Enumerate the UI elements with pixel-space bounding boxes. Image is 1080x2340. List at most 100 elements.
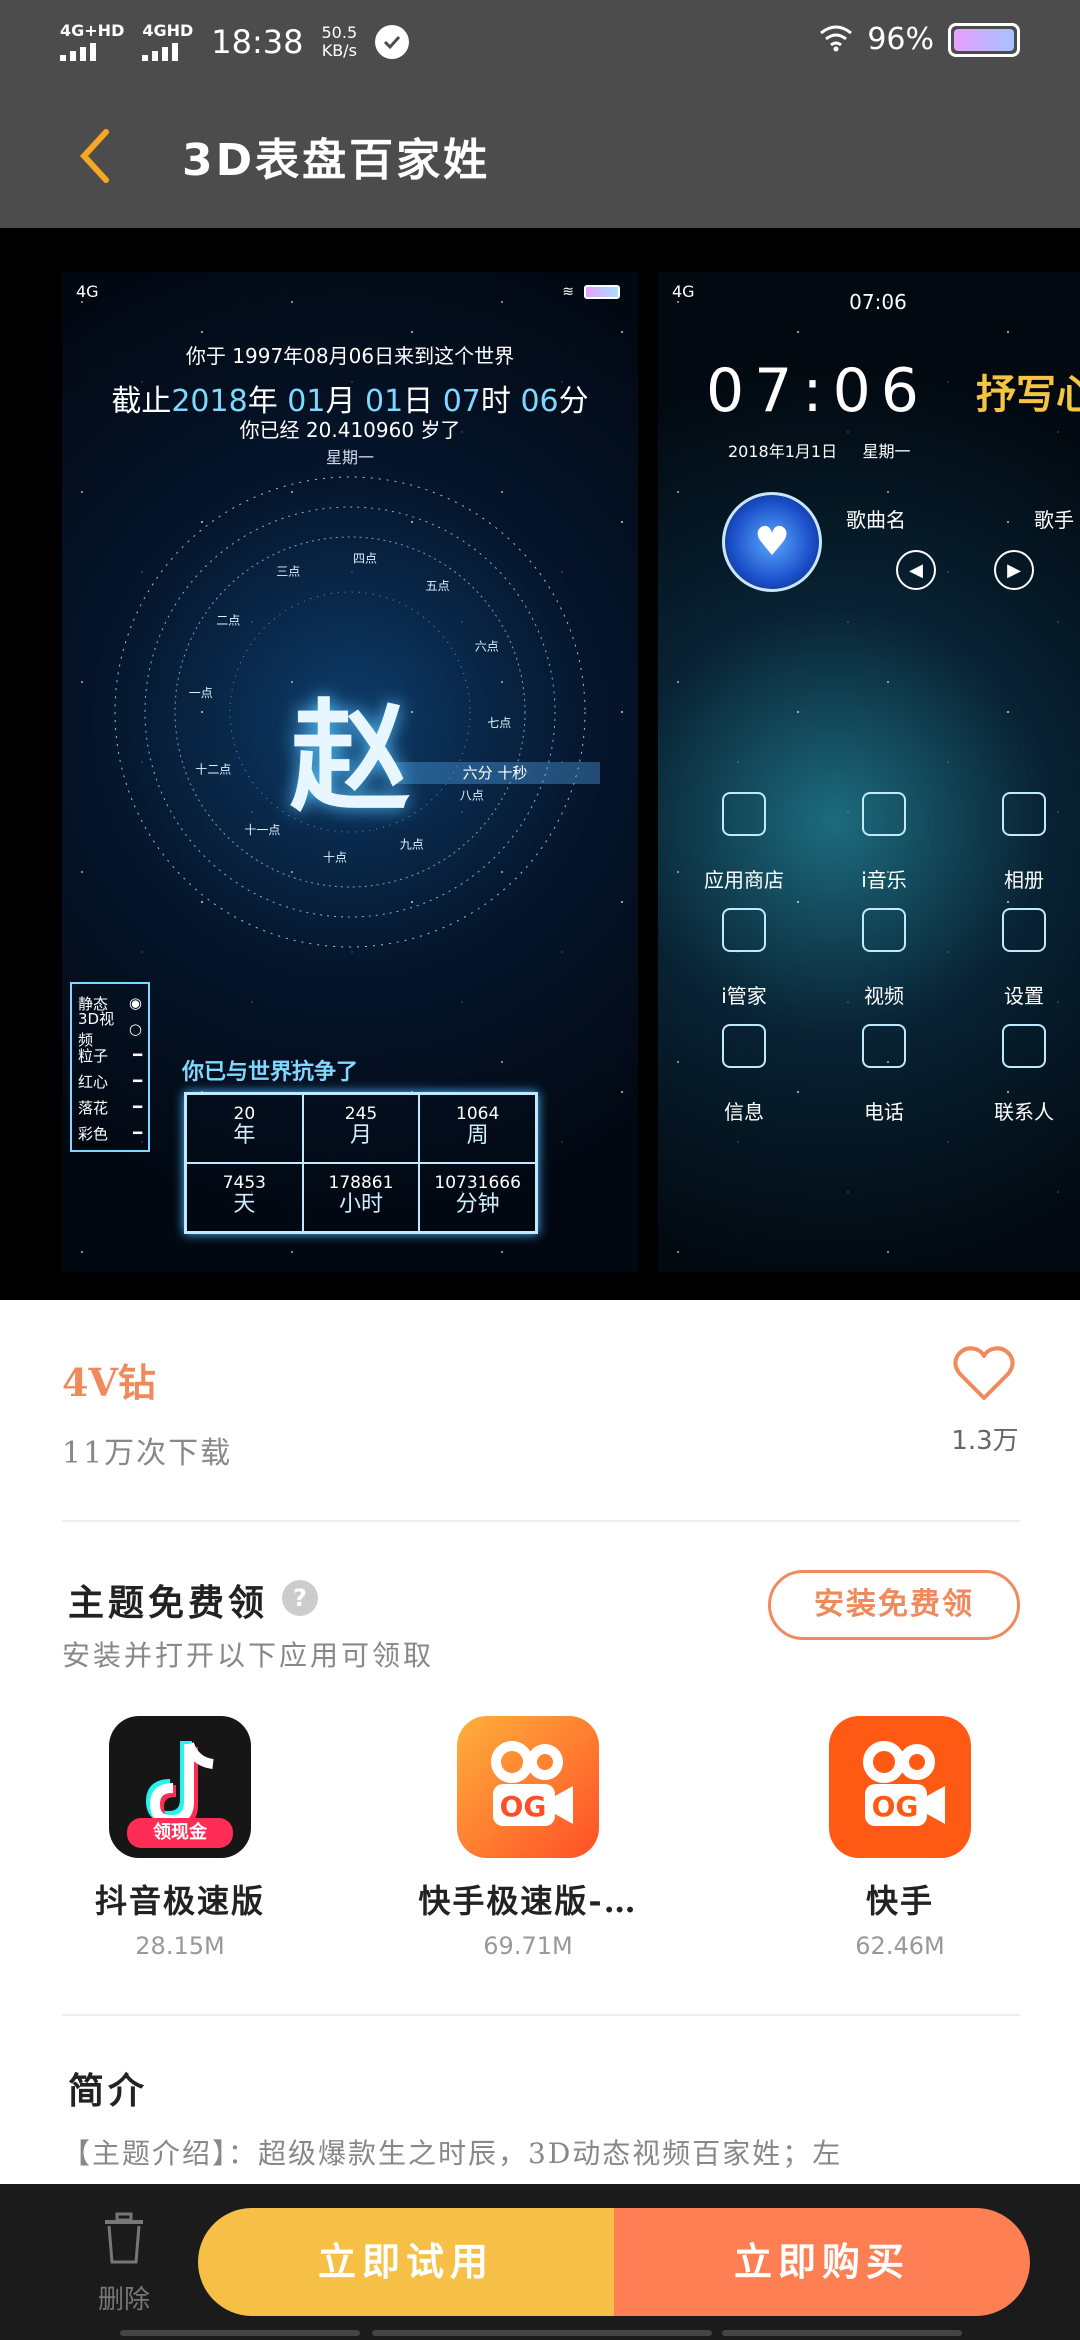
preview-app[interactable]: 相册 — [954, 792, 1080, 893]
app-label: 设置 — [1004, 984, 1044, 1008]
douyin-icon: 领现金 — [109, 1716, 251, 1858]
gear-icon — [1002, 908, 1046, 952]
contact-icon — [1002, 1024, 1046, 1068]
stat-value: 7453 — [222, 1173, 266, 1193]
stat-unit: 周 — [466, 1123, 489, 1148]
store-icon — [722, 792, 766, 836]
kuaishou-icon: OG — [829, 1716, 971, 1858]
birth-line: 你于 1997年08月06日来到这个世界 — [185, 344, 515, 368]
wheel-hour-label: 五点 — [426, 579, 450, 593]
shield-icon — [722, 908, 766, 952]
preview-app[interactable]: 联系人 — [954, 1024, 1080, 1125]
page-title: 3D表盘百家姓 — [182, 135, 491, 186]
help-icon[interactable]: ? — [282, 1580, 318, 1616]
stat-cell: 20 年 — [186, 1094, 303, 1163]
preview-app[interactable]: 电话 — [814, 1024, 954, 1125]
app-label: 应用商店 — [704, 868, 784, 892]
recommended-app[interactable]: 领现金 抖音极速版 28.15M — [50, 1716, 310, 1960]
stat-cell: 7453 天 — [186, 1163, 303, 1232]
preview-app[interactable]: 设置 — [954, 908, 1080, 1009]
back-button[interactable] — [70, 124, 130, 188]
nav-indicator — [722, 2330, 962, 2336]
mode-item[interactable]: 3D视频 ○ — [78, 1010, 142, 1049]
weekday-text: 星期一 — [862, 442, 911, 461]
download-count: 11万次下载 — [62, 1436, 233, 1471]
stat-cell: 178861 小时 — [302, 1163, 420, 1232]
message-icon — [722, 1024, 766, 1068]
stat-value: 178861 — [328, 1173, 394, 1193]
previous-icon[interactable]: ◀ — [896, 550, 936, 590]
app-header: 3D表盘百家姓 — [0, 84, 1080, 228]
buy-label: 立即购买 — [733, 2239, 910, 2284]
wheel-hour-label: 十点 — [323, 850, 347, 864]
favorite-button[interactable] — [950, 1340, 1018, 1408]
kuaishou-lite-icon: OG — [457, 1716, 599, 1858]
app-label: 电话 — [864, 1100, 904, 1124]
toggle-icon: ━ — [132, 1046, 142, 1064]
stat-cell: 10731666 分钟 — [419, 1163, 536, 1232]
stat-value: 10731666 — [434, 1173, 521, 1193]
radio-icon: ○ — [128, 1020, 142, 1038]
mode-item[interactable]: 落花 ━ — [78, 1094, 142, 1120]
free-section-title: 主题免费领 — [68, 1582, 269, 1624]
app-label: 视频 — [864, 984, 904, 1008]
mode-selector[interactable]: 静态 ◉ 3D视频 ○ 粒子 ━ 红心 ━ 落花 ━ 彩色 ━ — [70, 982, 150, 1152]
app-label: 联系人 — [994, 1100, 1054, 1124]
play-icon[interactable]: ▶ — [994, 550, 1034, 590]
speed-unit: KB/s — [321, 41, 357, 60]
preview-network: 4G — [76, 282, 99, 301]
install-free-button[interactable]: 安装免费领 — [768, 1570, 1020, 1640]
recommended-app[interactable]: OG 快手 62.46M — [770, 1716, 1030, 1960]
app-size: 62.46M — [855, 1932, 945, 1960]
network-label: 4G+HD — [60, 21, 125, 40]
date-text: 2018年1月1日 — [728, 442, 838, 461]
theme-preview-carousel[interactable]: 4G ≋ 你于 1997年08月06日来到这个世界 截止2018年 01月 01… — [0, 228, 1080, 1300]
recommended-app[interactable]: OG 快手极速版-… 69.71M — [398, 1716, 658, 1960]
heart-icon: ♥ — [754, 519, 790, 565]
stat-unit: 分钟 — [455, 1192, 500, 1217]
mode-item[interactable]: 彩色 ━ — [78, 1120, 142, 1146]
wheel-hour-label: 二点 — [216, 613, 240, 627]
intro-text: 【主题介绍】：超级爆款生之时辰，3D动态视频百家姓；左 — [62, 2137, 843, 2170]
signal-indicator-1: 4G+HD — [60, 23, 124, 61]
phone-icon — [862, 1024, 906, 1068]
app-label: 信息 — [724, 1100, 764, 1124]
album-art: ♥ — [722, 492, 822, 592]
try-now-button[interactable]: 立即试用 — [198, 2208, 614, 2316]
preview-app[interactable]: i音乐 — [814, 792, 954, 893]
heart-icon — [953, 1346, 1015, 1400]
stat-cell: 245 月 — [302, 1094, 420, 1163]
age-line: 你已经 20.410960 岁了 — [239, 418, 461, 442]
app-label: 相册 — [1004, 868, 1044, 892]
delete-button[interactable]: 删除 — [76, 2210, 172, 2316]
preview-clock: 07:06 — [706, 356, 929, 426]
bottom-action-bar: 删除 立即试用 立即购买 — [0, 2184, 1080, 2340]
preview-app[interactable]: 信息 — [674, 1024, 814, 1125]
favorite-count: 1.3万 — [951, 1426, 1019, 1456]
theme-preview-homescreen[interactable]: 4G 07:06 07:06 抒写心 2018年1月1日 星期一 ♥ 歌曲名 歌… — [658, 272, 1080, 1272]
stat-value: 20 — [233, 1104, 256, 1124]
cash-badge: 领现金 — [127, 1818, 233, 1848]
wheel-hour-label: 四点 — [353, 552, 377, 566]
mode-item[interactable]: 红心 ━ — [78, 1068, 142, 1094]
music-icon — [862, 792, 906, 836]
divider — [62, 2014, 1020, 2016]
app-size: 28.15M — [135, 1932, 225, 1960]
app-name: 快手 — [865, 1882, 934, 1920]
preview-app[interactable]: 应用商店 — [674, 792, 814, 893]
theme-preview-lockscreen[interactable]: 4G ≋ 你于 1997年08月06日来到这个世界 截止2018年 01月 01… — [62, 272, 638, 1272]
battery-icon — [948, 22, 1020, 57]
check-icon — [375, 25, 410, 59]
surname-character: 赵 — [290, 687, 410, 828]
mode-label: 落花 — [78, 1098, 109, 1117]
speed-value: 50.5 — [321, 23, 358, 42]
app-name: 抖音极速版 — [94, 1882, 265, 1920]
preview-app[interactable]: 视频 — [814, 908, 954, 1009]
toggle-icon: ━ — [132, 1124, 142, 1142]
preview-app[interactable]: i管家 — [674, 908, 814, 1009]
battery-percent: 96% — [867, 22, 934, 57]
buy-now-button[interactable]: 立即购买 — [614, 2208, 1030, 2316]
preview-tagline: 抒写心 — [976, 372, 1080, 418]
preview-date: 2018年1月1日 星期一 — [728, 438, 911, 462]
toggle-icon: ━ — [132, 1098, 142, 1116]
